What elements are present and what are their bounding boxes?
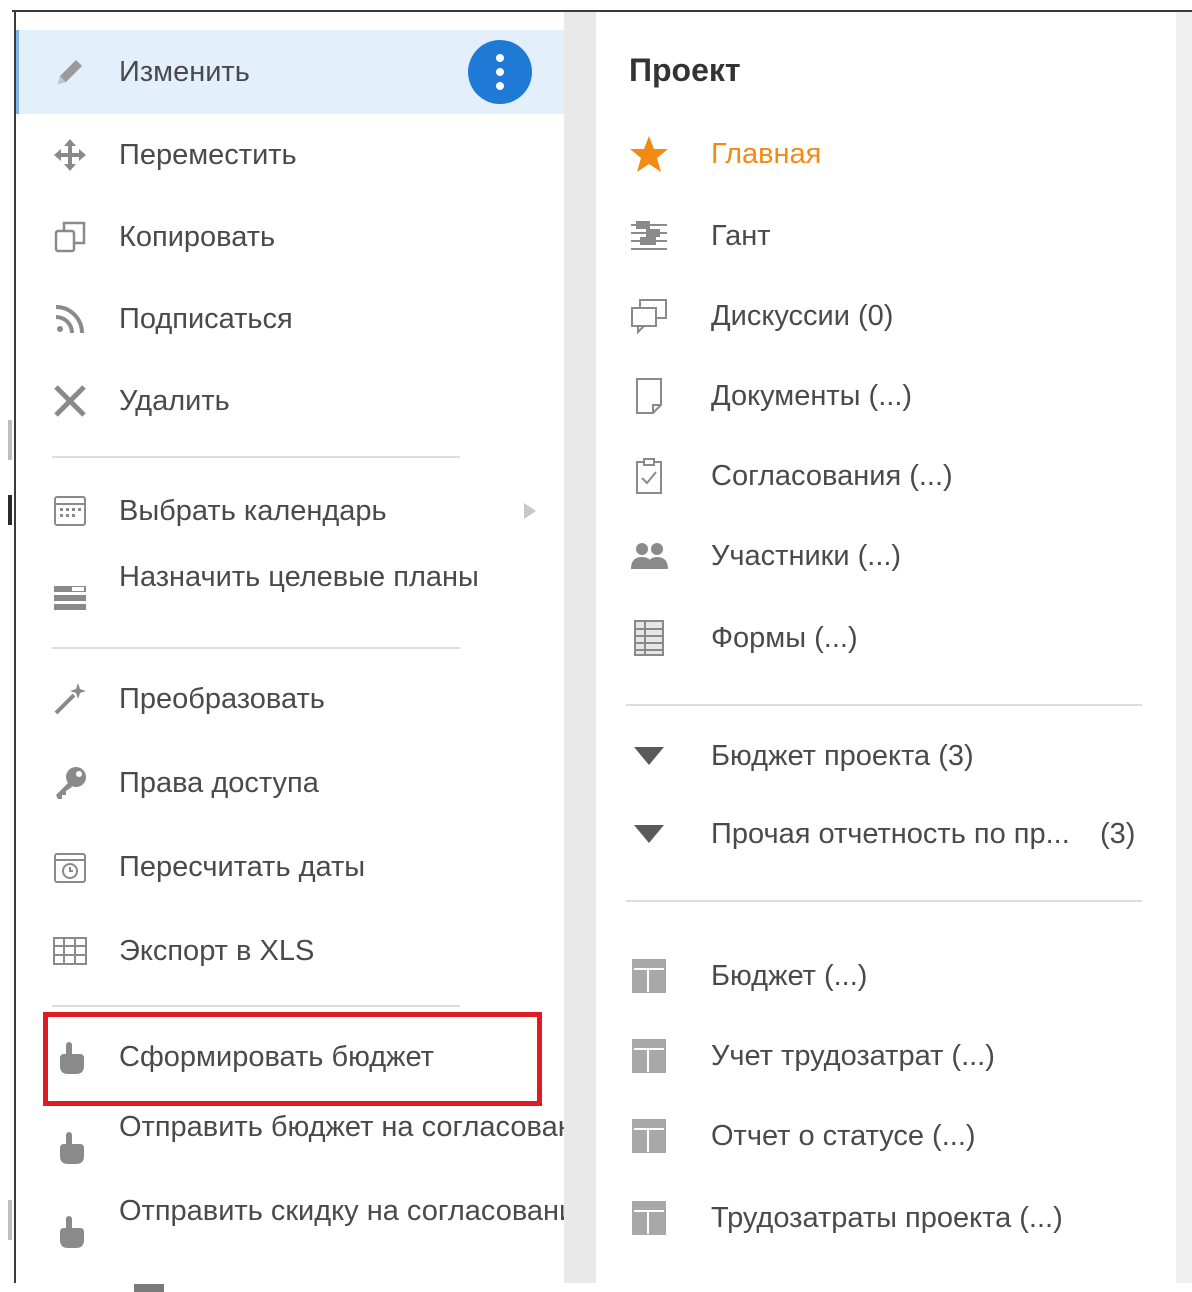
edge-mark bbox=[8, 1200, 12, 1240]
pencil-icon bbox=[50, 52, 90, 92]
edge-mark bbox=[8, 420, 12, 460]
nav-item-label: Формы (...) bbox=[711, 622, 858, 654]
panel-scroll-edge[interactable] bbox=[1176, 12, 1192, 1283]
calendar-icon bbox=[50, 491, 90, 531]
nav-item-discussions[interactable]: Дискуссии (0) bbox=[596, 286, 1176, 346]
menu-item-label: Переместить bbox=[119, 139, 297, 171]
menu-item-label: Пересчитать даты bbox=[119, 851, 366, 883]
menu-divider bbox=[52, 1005, 460, 1007]
menu-item-move[interactable]: Переместить bbox=[16, 120, 564, 190]
gantt-icon bbox=[626, 216, 672, 256]
menu-item-send-budget-approval[interactable]: Отправить бюджет на согласование bbox=[16, 1110, 607, 1184]
menu-item-access-rights[interactable]: Права доступа bbox=[16, 748, 564, 818]
menu-item-subscribe[interactable]: Подписаться bbox=[16, 284, 564, 354]
menu-item-label: Подписаться bbox=[119, 303, 293, 335]
nav-item-label: Участники (...) bbox=[711, 540, 902, 572]
menu-item-label: Права доступа bbox=[119, 767, 319, 799]
discussion-icon bbox=[626, 296, 672, 336]
menu-item-label: Удалить bbox=[119, 385, 230, 417]
magic-wand-icon bbox=[50, 679, 90, 719]
expand-triangle-icon bbox=[626, 736, 672, 776]
nav-item-label: Учет трудозатрат (...) bbox=[711, 1040, 995, 1072]
move-icon bbox=[50, 135, 90, 175]
panel-divider bbox=[626, 704, 1142, 706]
menu-item-convert[interactable]: Преобразовать bbox=[16, 664, 564, 734]
nav-group-other-reports[interactable]: Прочая отчетность по пр... (3) bbox=[596, 804, 1176, 864]
baseline-icon bbox=[50, 578, 90, 618]
copy-icon bbox=[50, 217, 90, 257]
recalc-dates-icon bbox=[50, 847, 90, 887]
key-icon bbox=[50, 763, 90, 803]
top-margin bbox=[0, 0, 1192, 8]
menu-item-send-discount-approval[interactable]: Отправить скидку на согласование bbox=[16, 1194, 592, 1268]
menu-divider bbox=[52, 456, 460, 458]
nav-item-participants[interactable]: Участники (...) bbox=[596, 526, 1176, 586]
nav-item-label: Отчет о статусе (...) bbox=[711, 1120, 976, 1152]
menu-item-label: Назначить целевые планы bbox=[119, 561, 479, 593]
menu-item-label: Копировать bbox=[119, 221, 276, 253]
nav-item-label: Документы (...) bbox=[711, 380, 913, 412]
hand-pointer-icon bbox=[50, 1212, 90, 1252]
menu-item-label: Экспорт в XLS bbox=[119, 935, 315, 967]
nav-item-approvals[interactable]: Согласования (...) bbox=[596, 446, 1176, 506]
active-indicator bbox=[16, 30, 19, 114]
panel-divider bbox=[626, 900, 1142, 902]
menu-item-copy[interactable]: Копировать bbox=[16, 202, 564, 272]
expand-triangle-icon bbox=[626, 814, 672, 854]
menu-item-label: Отправить скидку на согласование bbox=[119, 1195, 592, 1227]
nav-item-label: Бюджет проекта (3) bbox=[711, 740, 974, 772]
clipped-next-item bbox=[134, 1284, 164, 1292]
nav-item-label: Согласования (...) bbox=[711, 460, 953, 492]
menu-item-assign-baselines[interactable]: Назначить целевые планы bbox=[16, 558, 564, 638]
menu-item-export-xls[interactable]: Экспорт в XLS bbox=[16, 916, 564, 986]
nav-item-home[interactable]: Главная bbox=[596, 124, 1176, 184]
more-vertical-icon[interactable] bbox=[468, 40, 532, 104]
nav-item-label: Бюджет (...) bbox=[711, 960, 868, 992]
hand-pointer-icon bbox=[50, 1128, 90, 1168]
menu-item-delete[interactable]: Удалить bbox=[16, 366, 564, 436]
edge-mark bbox=[8, 495, 12, 525]
project-panel: Проект Главная Гант Дискуссии (0) Докуме… bbox=[596, 12, 1176, 1283]
star-icon bbox=[626, 134, 672, 174]
menu-item-label: Выбрать календарь bbox=[119, 495, 387, 527]
people-icon bbox=[626, 536, 672, 576]
nav-item-label: Главная bbox=[711, 138, 822, 170]
nav-report-budget[interactable]: Бюджет (...) bbox=[596, 946, 1176, 1006]
panel-title: Проект bbox=[629, 52, 741, 88]
nav-report-status[interactable]: Отчет о статусе (...) bbox=[596, 1106, 1176, 1166]
menu-item-label: Изменить bbox=[119, 56, 250, 88]
nav-item-forms[interactable]: Формы (...) bbox=[596, 608, 1176, 668]
report-icon bbox=[626, 956, 672, 996]
nav-group-project-budget[interactable]: Бюджет проекта (3) bbox=[596, 726, 1176, 786]
nav-item-gantt[interactable]: Гант bbox=[596, 206, 1176, 266]
nav-item-label: Гант bbox=[711, 220, 771, 252]
table-grid-icon bbox=[50, 931, 90, 971]
highlight-box bbox=[43, 1012, 542, 1106]
rss-icon bbox=[50, 299, 90, 339]
panel-gutter bbox=[564, 12, 596, 1283]
form-icon bbox=[626, 618, 672, 658]
report-icon bbox=[626, 1198, 672, 1238]
menu-item-select-calendar[interactable]: Выбрать календарь bbox=[16, 476, 564, 546]
nav-report-timesheets[interactable]: Учет трудозатрат (...) bbox=[596, 1026, 1176, 1086]
menu-item-edit[interactable]: Изменить bbox=[16, 30, 564, 114]
approval-icon bbox=[626, 456, 672, 496]
report-icon bbox=[626, 1036, 672, 1076]
report-icon bbox=[626, 1116, 672, 1156]
document-icon bbox=[626, 376, 672, 416]
menu-item-label: Преобразовать bbox=[119, 683, 325, 715]
nav-item-label: Прочая отчетность по пр... bbox=[711, 818, 1070, 850]
nav-item-label: Дискуссии (0) bbox=[711, 300, 894, 332]
menu-item-label: Отправить бюджет на согласование bbox=[119, 1111, 607, 1143]
submenu-arrow-icon bbox=[524, 503, 536, 519]
close-icon bbox=[50, 381, 90, 421]
nav-item-count: (3) bbox=[1100, 818, 1136, 850]
nav-item-documents[interactable]: Документы (...) bbox=[596, 366, 1176, 426]
menu-divider bbox=[52, 647, 460, 649]
nav-report-project-effort[interactable]: Трудозатраты проекта (...) bbox=[596, 1188, 1176, 1248]
menu-item-recalc-dates[interactable]: Пересчитать даты bbox=[16, 832, 564, 902]
nav-item-label: Трудозатраты проекта (...) bbox=[711, 1202, 1063, 1234]
